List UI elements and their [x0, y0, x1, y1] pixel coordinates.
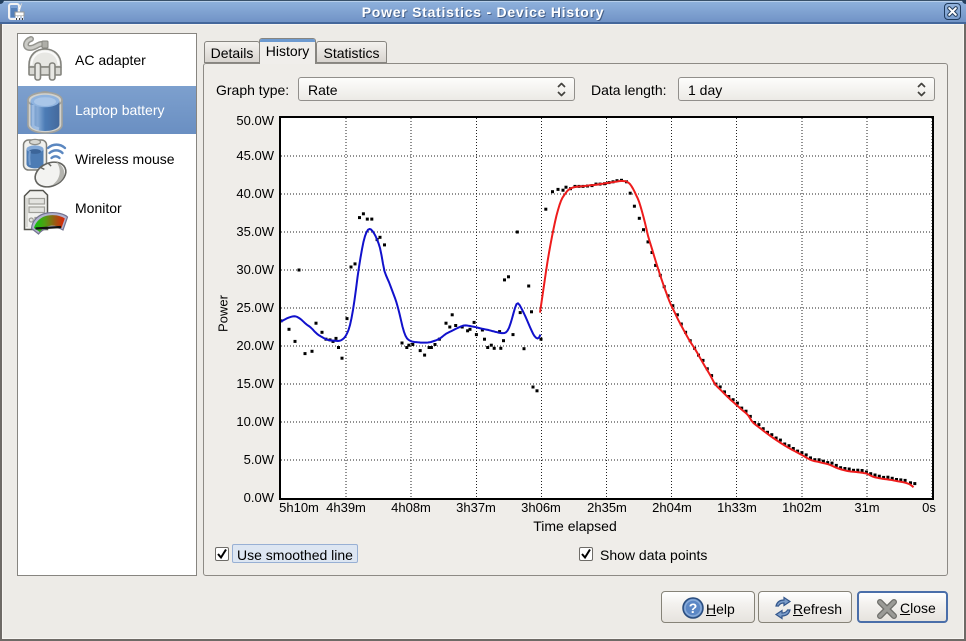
svg-text:?: ?	[689, 600, 698, 616]
